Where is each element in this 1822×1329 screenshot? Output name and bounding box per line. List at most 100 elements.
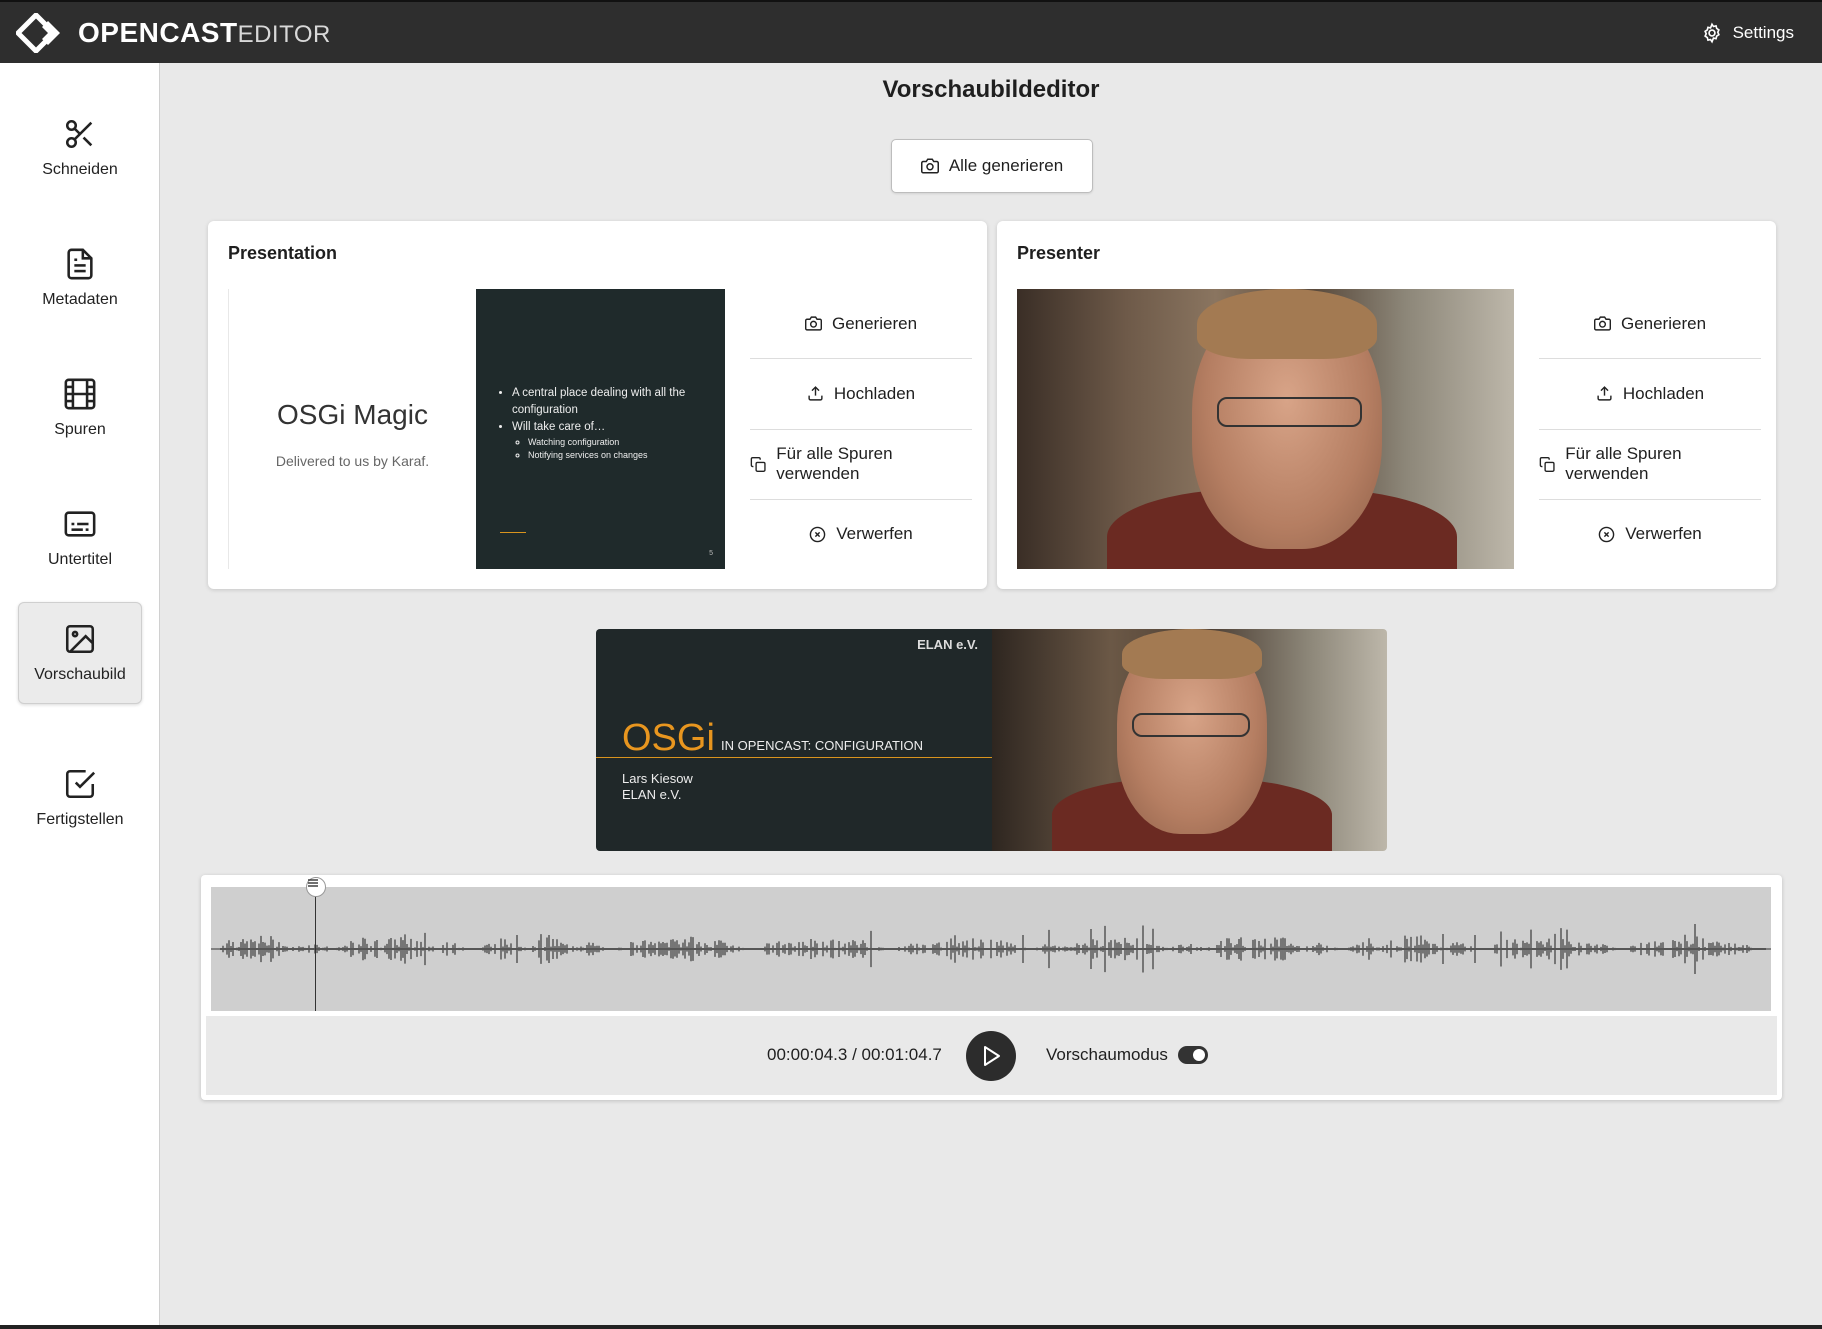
nav-item-fertigstellen[interactable]: Fertigstellen [18,747,142,849]
document-icon [67,248,93,280]
checkbox-icon [65,769,96,799]
slide-bullets: A central place dealing with all the con… [500,385,705,462]
slide-sub-bullet: Notifying services on changes [528,449,705,462]
playhead-handle[interactable] [306,877,326,897]
nav-label: Untertitel [47,551,113,568]
use-for-all-label: Für alle Spuren verwenden [776,444,893,484]
upload-button[interactable]: Hochladen [1539,359,1761,430]
camera-icon [804,316,822,331]
presenter-hair [1122,629,1262,679]
nav-item-schneiden[interactable]: Schneiden [18,97,142,199]
presentation-actions: Generieren Hochladen Für alle Spuren ver… [750,289,972,569]
slide-page-number: 5 [709,550,713,557]
drag-handle-icon [308,879,318,887]
preview-mode-toggle[interactable] [1177,1046,1208,1064]
slide-bullet: Will take care of… [512,419,705,436]
generate-label: Generieren [831,313,918,333]
presenter-video-frame [992,629,1387,851]
preview-org: ELAN e.V. [622,787,682,802]
gear-icon [1703,22,1720,43]
opencast-logo-icon [16,12,60,53]
card-title: Presentation [228,243,338,263]
bottom-strip [0,1325,1822,1329]
generate-button[interactable]: Generieren [1539,289,1761,360]
nav-label: Metadaten [42,291,118,308]
preview-presenter-track [992,629,1387,851]
discard-label: Verwerfen [836,524,913,544]
preview-divider [596,757,992,758]
nav-item-untertitel[interactable]: Untertitel [18,487,142,589]
timeline-panel: 00:00:04.3 / 00:01:04.7 Vorschaumodus [201,875,1782,1100]
x-circle-icon [809,526,826,543]
presenter-glasses [1132,713,1250,737]
upload-icon [808,386,823,401]
nav-label: Schneiden [42,161,118,178]
presentation-thumbnail: OSGi Magic Delivered to us by Karaf. A c… [228,289,725,569]
time-display: 00:00:04.3 / 00:01:04.7 [767,1045,942,1064]
use-for-all-label: Für alle Spuren verwenden [1565,444,1682,484]
presentation-card: Presentation OSGi Magic Delivered to us … [208,221,987,589]
preview-mode-label: Vorschaumodus [1046,1045,1168,1064]
x-circle-icon [1598,526,1615,543]
nav-item-metadaten[interactable]: Metadaten [18,227,142,329]
nav-label: Vorschaubild [34,666,126,683]
presenter-glasses [1217,397,1362,427]
preview-title-big: OSGi [622,717,715,759]
subtitles-icon [64,511,96,537]
slide-accent-bar [500,532,526,533]
presenter-video-frame [1017,289,1514,569]
preview-author: Lars Kiesow [622,771,693,786]
camera-icon [1593,316,1611,331]
generate-label: Generieren [1620,313,1707,333]
card-title: Presenter [1017,243,1101,263]
copy-icon [1539,456,1555,472]
nav-label: Fertigstellen [36,811,124,828]
presenter-thumbnail [1017,289,1514,569]
generate-all-button[interactable]: Alle generieren [891,139,1093,193]
nav-label: Spuren [54,421,106,438]
generate-button[interactable]: Generieren [750,289,972,360]
upload-button[interactable]: Hochladen [750,359,972,430]
preview-author-block: Lars Kiesow ELAN e.V. [622,771,693,803]
slide-content-panel: A central place dealing with all the con… [476,289,725,569]
slide-title-panel: OSGi Magic Delivered to us by Karaf. [228,289,476,569]
upload-label: Hochladen [833,383,916,403]
discard-button[interactable]: Verwerfen [1539,500,1761,569]
camera-icon [920,158,939,174]
slide-subtitle: Delivered to us by Karaf. [275,453,430,469]
player-controls: 00:00:04.3 / 00:01:04.7 Vorschaumodus [206,1016,1777,1095]
waveform-graph [211,923,1771,975]
elan-logo: ELAN e.V. [917,637,978,652]
presenter-actions: Generieren Hochladen Für alle Spuren ver… [1539,289,1761,569]
playhead-line[interactable] [315,877,316,1011]
generate-all-label: Alle generieren [948,156,1064,175]
discard-label: Verwerfen [1625,524,1702,544]
use-for-all-button[interactable]: Für alle Spuren verwenden [1539,430,1761,500]
use-for-all-button[interactable]: Für alle Spuren verwenden [750,430,972,500]
film-icon [64,378,96,410]
play-button[interactable] [966,1031,1016,1081]
sidebar: Schneiden Metadaten Spuren Untertitel Vo… [0,63,160,1329]
discard-button[interactable]: Verwerfen [750,500,972,569]
image-icon [65,624,95,654]
video-preview[interactable]: ELAN e.V. OSGi IN OPENCAST: CONFIGURATIO… [596,629,1387,851]
play-icon [984,1046,1000,1066]
settings-label: Settings [1732,22,1794,42]
slide-sub-bullet: Watching configuration [528,436,705,449]
logo-text: OPENCASTEDITOR [78,16,331,48]
waveform[interactable] [211,877,1771,1011]
opencast-logo[interactable]: OPENCASTEDITOR [16,12,331,53]
slide-title: OSGi Magic [277,399,428,430]
upload-label: Hochladen [1622,383,1705,403]
scissors-icon [65,119,93,149]
settings-button[interactable]: Settings [1689,14,1806,52]
app-header: OPENCASTEDITOR Settings [0,0,1822,63]
page-title: Vorschaubildeditor [882,76,1100,103]
nav-item-vorschaubild[interactable]: Vorschaubild [18,602,142,704]
preview-mode-control: Vorschaumodus [1046,1045,1208,1065]
slide-bullet: A central place dealing with all the con… [512,385,705,419]
presenter-card: Presenter Generieren Hochladen Für alle … [997,221,1776,589]
nav-item-spuren[interactable]: Spuren [18,357,142,459]
preview-presentation-track: ELAN e.V. OSGi IN OPENCAST: CONFIGURATIO… [596,629,992,851]
presenter-hair [1197,289,1377,359]
